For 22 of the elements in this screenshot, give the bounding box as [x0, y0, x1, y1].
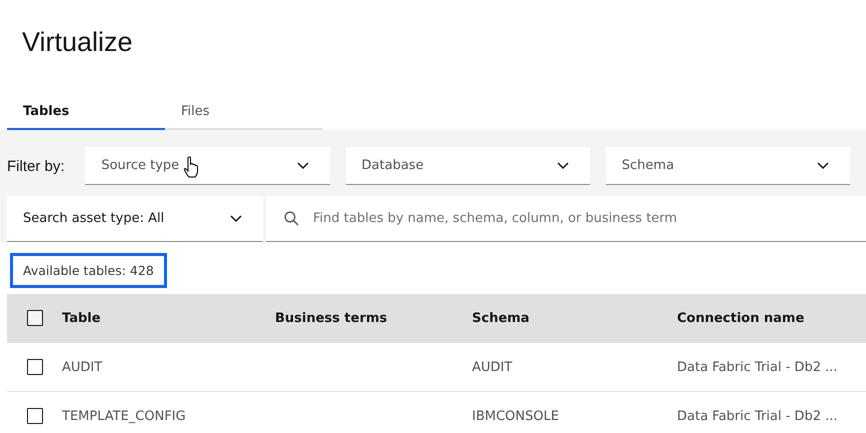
table-cell: AUDIT — [472, 360, 512, 374]
pointer-hand-icon — [183, 156, 200, 178]
table-cell: IBMCONSOLE — [472, 408, 559, 424]
search-field[interactable]: Find tables by name, schema, column, or business term — [266, 196, 866, 242]
filter-label: Filter by: — [7, 158, 66, 174]
column-header: Connection name — [677, 310, 804, 326]
dropdown[interactable]: Schema — [606, 147, 850, 185]
column-header: Table — [62, 310, 101, 326]
column-header: Schema — [472, 310, 530, 326]
table-cell: Data Fabric Trial - Db2 ... — [677, 408, 838, 424]
checkbox[interactable] — [26, 408, 42, 424]
checkbox[interactable] — [26, 359, 42, 375]
asset-type-dropdown[interactable]: Search asset type: All — [7, 196, 263, 242]
table-count: Available tables: 428 — [10, 253, 167, 288]
column-header: Business terms — [275, 310, 388, 326]
dropdown[interactable]: Source type — [85, 147, 330, 185]
page-title: Virtualize — [21, 26, 134, 59]
checkbox[interactable] — [26, 310, 42, 326]
table-cell: TEMPLATE_CONFIG — [62, 408, 186, 424]
table-cell: Data Fabric Trial - Db2 ... — [677, 360, 838, 374]
dropdown[interactable]: Database — [346, 147, 590, 185]
table-cell: AUDIT — [62, 360, 102, 374]
